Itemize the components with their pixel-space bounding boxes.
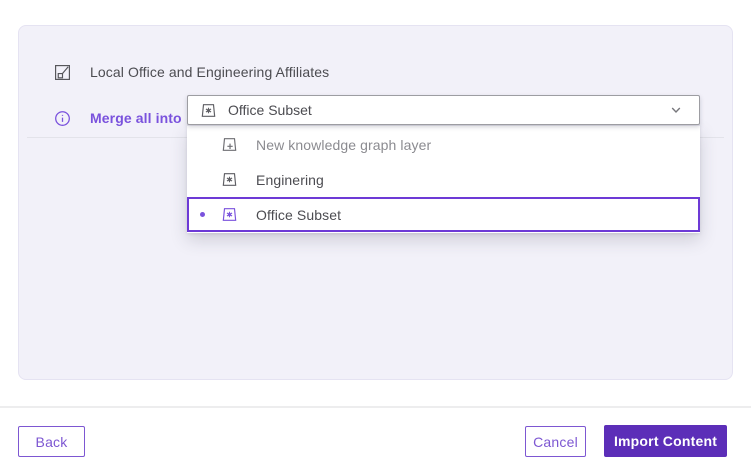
merge-target-dropdown-menu: New knowledge graph layer Enginering Off… [187, 126, 700, 233]
knowledge-graph-layer-icon [200, 102, 217, 119]
source-layer-row: Local Office and Engineering Affiliates [53, 56, 329, 88]
menu-item-label: Enginering [256, 172, 324, 188]
menu-item-label: Office Subset [256, 207, 341, 223]
knowledge-graph-layer-icon [221, 206, 238, 223]
merge-target-select[interactable]: Office Subset [187, 95, 700, 125]
import-content-button[interactable]: Import Content [604, 425, 727, 457]
chevron-down-icon [669, 103, 683, 117]
menu-item-label: New knowledge graph layer [256, 137, 431, 153]
cancel-button[interactable]: Cancel [525, 426, 586, 457]
merge-all-into-label: Merge all into [90, 110, 182, 126]
footer-divider [0, 406, 751, 408]
source-layer-label: Local Office and Engineering Affiliates [90, 64, 329, 80]
menu-item-new-knowledge-graph-layer[interactable]: New knowledge graph layer [187, 127, 700, 162]
selected-bullet-dot [200, 212, 205, 217]
info-icon [53, 109, 71, 127]
back-button[interactable]: Back [18, 426, 85, 457]
menu-item-office-subset-selected[interactable]: Office Subset [187, 197, 700, 232]
sketch-layer-icon [53, 63, 71, 81]
merge-all-into-row: Merge all into [53, 102, 182, 134]
knowledge-graph-layer-icon [221, 171, 238, 188]
merge-target-select-value: Office Subset [228, 102, 669, 118]
new-knowledge-graph-layer-icon [221, 136, 238, 153]
menu-item-enginering[interactable]: Enginering [187, 162, 700, 197]
